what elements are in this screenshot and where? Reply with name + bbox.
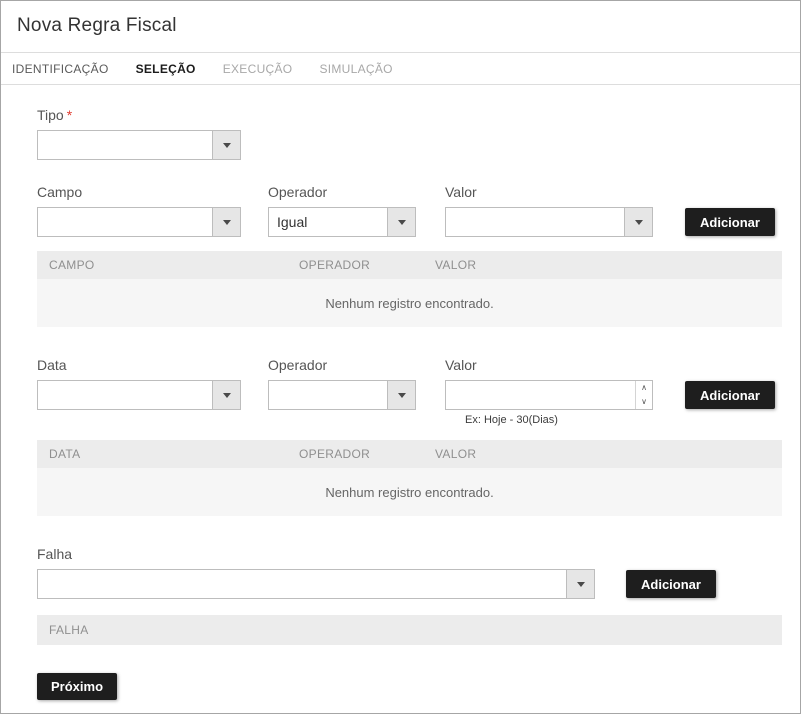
chevron-down-icon (223, 143, 231, 148)
falha-select[interactable] (37, 569, 595, 599)
data-group: Data (37, 357, 241, 410)
data-operador-select-toggle-button[interactable] (387, 381, 415, 409)
tab-simulacao[interactable]: SIMULAÇÃO (319, 62, 392, 76)
falha-select-value (38, 570, 566, 598)
page-header: Nova Regra Fiscal (1, 1, 800, 52)
data-operador-select-value (269, 381, 387, 409)
falha-adicionar-button[interactable]: Adicionar (626, 570, 716, 598)
valor-select-value (446, 208, 624, 236)
page-title: Nova Regra Fiscal (17, 15, 784, 37)
valor-select-toggle-button[interactable] (624, 208, 652, 236)
campo-label: Campo (37, 184, 241, 200)
data-operador-group: Operador (268, 357, 416, 410)
falha-select-toggle-button[interactable] (566, 570, 594, 598)
falha-table-header: FALHA (37, 615, 782, 645)
spinner-up-icon[interactable]: ∧ (636, 381, 652, 395)
form-content: Tipo* Campo Operador (1, 107, 800, 700)
column-header-campo: CAMPO (37, 258, 287, 272)
campo-adicionar-button[interactable]: Adicionar (685, 208, 775, 236)
valor-select[interactable] (445, 207, 653, 237)
data-operador-label: Operador (268, 357, 416, 373)
campo-select[interactable] (37, 207, 241, 237)
campo-table-empty-message: Nenhum registro encontrado. (37, 279, 782, 327)
column-header-data: DATA (37, 447, 287, 461)
data-valor-group: Valor ∧ ∨ Ex: Hoje - 30(Dias) (445, 357, 653, 426)
falha-table: FALHA (37, 615, 782, 645)
data-select-toggle-button[interactable] (212, 381, 240, 409)
valor-label: Valor (445, 184, 653, 200)
campo-select-toggle-button[interactable] (212, 208, 240, 236)
campo-group: Campo (37, 184, 241, 237)
chevron-down-icon (223, 220, 231, 225)
tipo-select-value (38, 131, 212, 159)
chevron-down-icon (223, 393, 231, 398)
data-valor-input[interactable]: ∧ ∨ (445, 380, 653, 410)
data-table: DATA OPERADOR VALOR Nenhum registro enco… (37, 440, 782, 516)
operador-group: Operador Igual (268, 184, 416, 237)
data-valor-field[interactable] (446, 381, 635, 409)
campo-table-header: CAMPO OPERADOR VALOR (37, 251, 782, 279)
data-operador-select[interactable] (268, 380, 416, 410)
chevron-down-icon (635, 220, 643, 225)
nova-regra-fiscal-window: Nova Regra Fiscal IDENTIFICAÇÃO SELEÇÃO … (0, 0, 801, 714)
campo-table: CAMPO OPERADOR VALOR Nenhum registro enc… (37, 251, 782, 327)
tab-selecao[interactable]: SELEÇÃO (136, 62, 196, 76)
column-header-operador: OPERADOR (287, 258, 423, 272)
data-label: Data (37, 357, 241, 373)
chevron-down-icon (577, 582, 585, 587)
data-table-header: DATA OPERADOR VALOR (37, 440, 782, 468)
footer-row: Próximo (37, 673, 780, 700)
tipo-select[interactable] (37, 130, 241, 160)
campo-select-value (38, 208, 212, 236)
valor-group: Valor (445, 184, 653, 237)
data-select-value (38, 381, 212, 409)
chevron-down-icon (398, 220, 406, 225)
operador-select-toggle-button[interactable] (387, 208, 415, 236)
proximo-button[interactable]: Próximo (37, 673, 117, 700)
campo-row: Campo Operador Igual Valor (37, 184, 780, 237)
data-valor-label: Valor (445, 357, 653, 373)
tab-identificacao[interactable]: IDENTIFICAÇÃO (12, 62, 109, 76)
column-header-valor: VALOR (423, 447, 782, 461)
chevron-down-icon (398, 393, 406, 398)
tipo-label-text: Tipo (37, 107, 64, 123)
column-header-operador: OPERADOR (287, 447, 423, 461)
data-valor-hint: Ex: Hoje - 30(Dias) (445, 414, 653, 426)
tipo-label: Tipo* (37, 107, 780, 123)
falha-section: Falha Adicionar FALHA (37, 546, 780, 645)
falha-label: Falha (37, 546, 780, 562)
falha-row: Adicionar (37, 569, 780, 599)
data-adicionar-button[interactable]: Adicionar (685, 381, 775, 409)
operador-select[interactable]: Igual (268, 207, 416, 237)
tipo-select-toggle-button[interactable] (212, 131, 240, 159)
spinner-down-icon[interactable]: ∨ (636, 395, 652, 409)
operador-label: Operador (268, 184, 416, 200)
data-table-empty-message: Nenhum registro encontrado. (37, 468, 782, 516)
tab-bar: IDENTIFICAÇÃO SELEÇÃO EXECUÇÃO SIMULAÇÃO (1, 52, 800, 85)
operador-select-value: Igual (269, 208, 387, 236)
tipo-section: Tipo* (37, 107, 780, 160)
data-row: Data Operador Valor (37, 357, 780, 426)
tab-execucao[interactable]: EXECUÇÃO (223, 62, 293, 76)
data-valor-spinner: ∧ ∨ (635, 381, 652, 409)
column-header-falha: FALHA (37, 623, 782, 637)
required-marker: * (67, 107, 72, 123)
column-header-valor: VALOR (423, 258, 782, 272)
data-select[interactable] (37, 380, 241, 410)
